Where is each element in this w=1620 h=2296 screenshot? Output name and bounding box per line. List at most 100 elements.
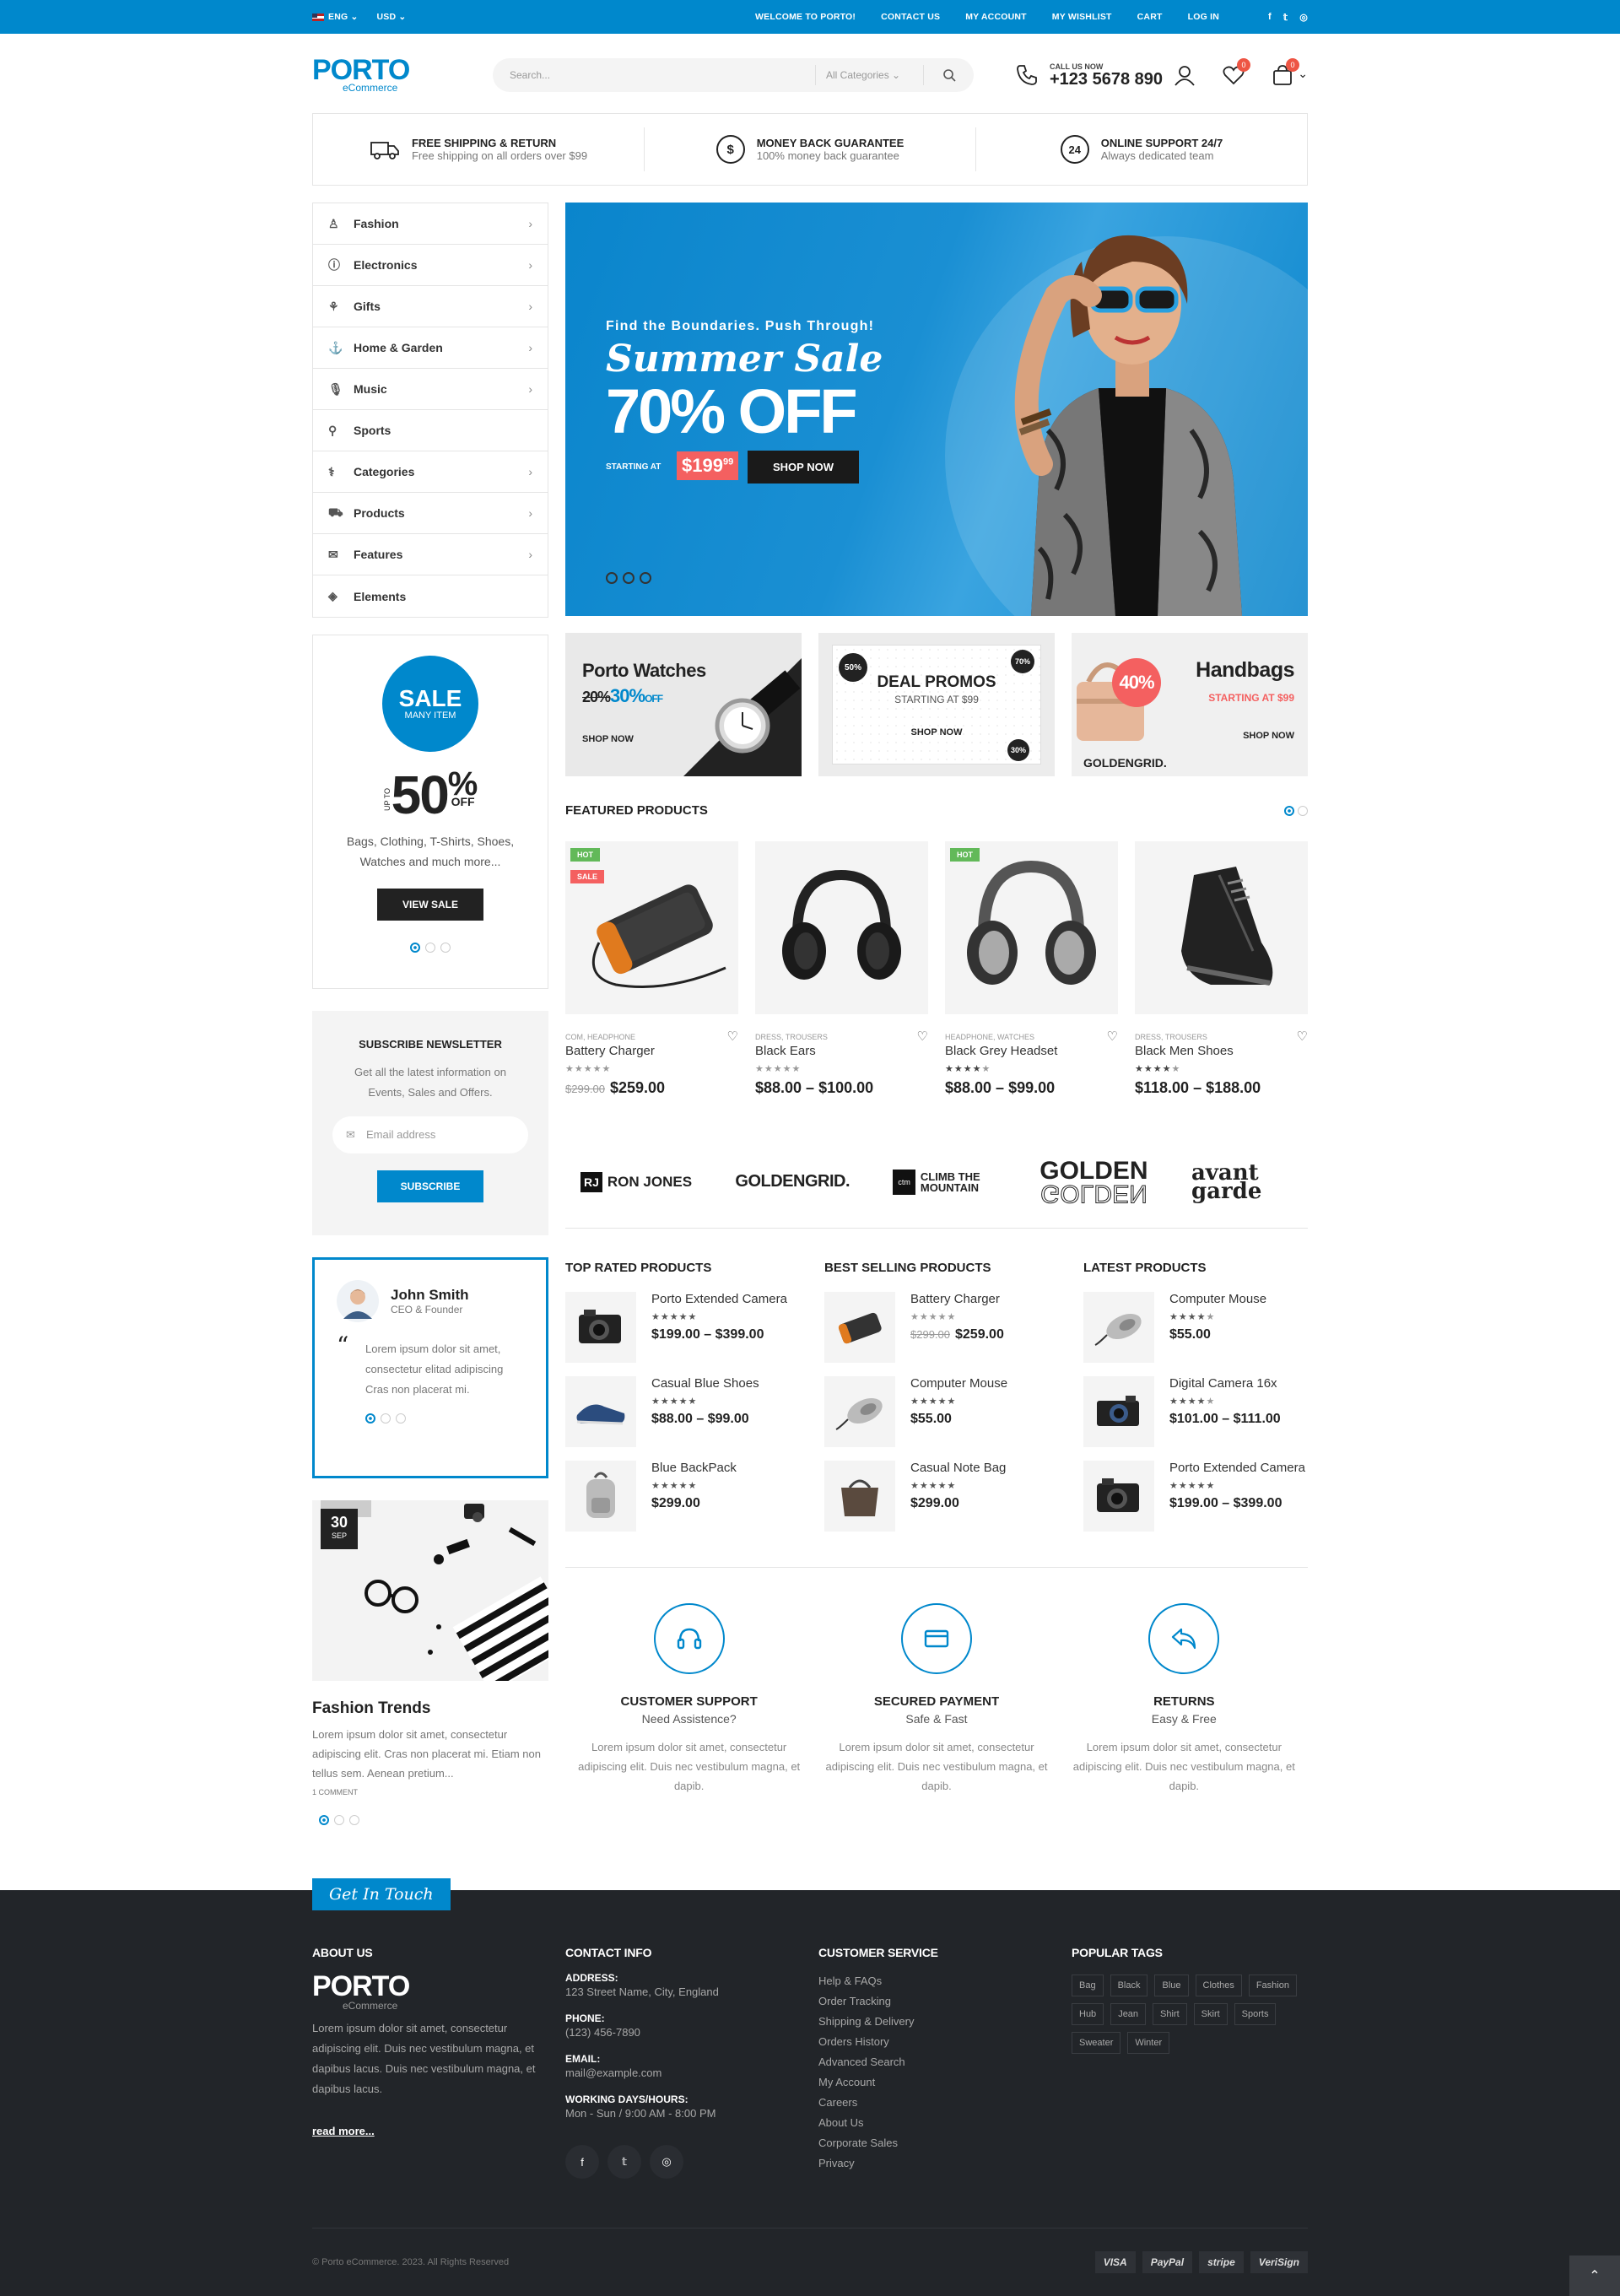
product-card[interactable]: ♡ DRESS, TROUSERS Black Men Shoes ★★★★★ … bbox=[1135, 841, 1308, 1097]
footer-link[interactable]: Privacy bbox=[818, 2153, 1055, 2174]
product-thumb[interactable] bbox=[824, 1376, 895, 1447]
brand-logo-climb-the-mountain[interactable]: ctm CLIMB THE MOUNTAIN bbox=[893, 1169, 996, 1195]
footer-phone[interactable]: (123) 456-7890 bbox=[565, 2026, 640, 2039]
post-title[interactable]: Fashion Trends bbox=[312, 1699, 548, 1718]
language-selector[interactable]: ENG ⌄ bbox=[312, 12, 358, 22]
tag-link[interactable]: Winter bbox=[1127, 2032, 1170, 2054]
slider-dot[interactable] bbox=[606, 572, 618, 584]
product-image[interactable] bbox=[1135, 841, 1308, 1014]
wishlist-heart-icon[interactable]: ♡ bbox=[917, 1029, 928, 1044]
watches-shop-now[interactable]: SHOP NOW bbox=[582, 734, 634, 744]
my-wishlist-link[interactable]: MY WISHLIST bbox=[1052, 12, 1112, 22]
list-item[interactable]: Porto Extended Camera ★★★★★ $199.00 – $399… bbox=[565, 1292, 789, 1363]
footer-link[interactable]: About Us bbox=[818, 2113, 1055, 2133]
carousel-dot[interactable] bbox=[410, 943, 420, 953]
account-button[interactable] bbox=[1173, 63, 1196, 87]
email-field[interactable]: ✉ Email address bbox=[332, 1116, 528, 1153]
wishlist-heart-icon[interactable]: ♡ bbox=[1107, 1029, 1118, 1044]
search-button[interactable] bbox=[923, 65, 974, 85]
tag-link[interactable]: Black bbox=[1110, 1975, 1148, 1996]
list-item[interactable]: Digital Camera 16x ★★★★★ $101.00 – $111.00 bbox=[1083, 1376, 1307, 1447]
list-item[interactable]: Porto Extended Camera ★★★★★ $199.00 – $399… bbox=[1083, 1461, 1307, 1532]
tag-link[interactable]: Sports bbox=[1234, 2003, 1277, 2025]
product-thumb[interactable] bbox=[824, 1292, 895, 1363]
get-in-touch-tab[interactable]: Get In Touch bbox=[312, 1878, 451, 1910]
comments-link[interactable]: 1 COMMENT bbox=[312, 1788, 548, 1796]
footer-link[interactable]: Orders History bbox=[818, 2032, 1055, 2052]
brand-logo-golden[interactable]: GOLDEN GOLDEN bbox=[1040, 1158, 1148, 1207]
log-in-link[interactable]: LOG IN bbox=[1188, 12, 1219, 22]
tag-link[interactable]: Shirt bbox=[1153, 2003, 1187, 2025]
footer-link[interactable]: Corporate Sales bbox=[818, 2133, 1055, 2153]
brand-logo-avant-garde[interactable]: avant garde bbox=[1191, 1162, 1293, 1202]
carousel-dot[interactable] bbox=[1298, 805, 1308, 816]
banner-handbags[interactable]: 40% Handbags STARTING AT $99 SHOP NOW GO… bbox=[1072, 633, 1308, 776]
category-item-fashion[interactable]: ♙ Fashion › bbox=[313, 203, 548, 245]
product-thumb[interactable] bbox=[565, 1376, 636, 1447]
product-thumb[interactable] bbox=[565, 1292, 636, 1363]
wishlist-heart-icon[interactable]: ♡ bbox=[1297, 1029, 1308, 1044]
product-card[interactable]: HOT ♡ HEADPHONE, WATCHES Black Grey Head… bbox=[945, 841, 1118, 1097]
instagram-icon[interactable]: ◎ bbox=[1299, 12, 1308, 23]
footer-logo[interactable]: PORTO bbox=[312, 1972, 548, 2001]
list-item[interactable]: Casual Blue Shoes ★★★★★ $88.00 – $99.00 bbox=[565, 1376, 789, 1447]
my-account-link[interactable]: MY ACCOUNT bbox=[965, 12, 1027, 22]
list-item[interactable]: Blue BackPack ★★★★★ $299.00 bbox=[565, 1461, 789, 1532]
carousel-dot[interactable] bbox=[365, 1413, 375, 1424]
list-item[interactable]: Computer Mouse ★★★★★ $55.00 bbox=[1083, 1292, 1307, 1363]
category-item-gifts[interactable]: ⚘ Gifts › bbox=[313, 286, 548, 327]
tag-link[interactable]: Jean bbox=[1110, 2003, 1147, 2025]
cart-link[interactable]: CART bbox=[1137, 12, 1163, 22]
tag-link[interactable]: Blue bbox=[1154, 1975, 1189, 1996]
footer-link[interactable]: My Account bbox=[818, 2072, 1055, 2093]
carousel-dot[interactable] bbox=[349, 1815, 359, 1825]
product-card[interactable]: HOT SALE ♡ COM, HEADPHONE Battery Charge… bbox=[565, 841, 738, 1097]
read-more-link[interactable]: read more... bbox=[312, 2121, 548, 2142]
product-thumb[interactable] bbox=[565, 1461, 636, 1532]
product-card[interactable]: ♡ DRESS, TROUSERS Black Ears ★★★★★ $88.0… bbox=[755, 841, 928, 1097]
footer-link[interactable]: Help & FAQs bbox=[818, 1971, 1055, 1991]
banner-watches[interactable]: Porto Watches 20%30%OFF SHOP NOW bbox=[565, 633, 802, 776]
scroll-to-top-button[interactable]: ⌃ bbox=[1569, 2255, 1620, 2296]
product-image[interactable]: HOT SALE bbox=[565, 841, 738, 1014]
carousel-dot[interactable] bbox=[425, 943, 435, 953]
product-thumb[interactable] bbox=[824, 1461, 895, 1532]
list-item[interactable]: Computer Mouse ★★★★★ $55.00 bbox=[824, 1376, 1048, 1447]
brand-logo-ron-jones[interactable]: RJ RON JONES bbox=[580, 1171, 692, 1192]
list-item[interactable]: Casual Note Bag ★★★★★ $299.00 bbox=[824, 1461, 1048, 1532]
carousel-dot[interactable] bbox=[396, 1413, 406, 1424]
carousel-dot[interactable] bbox=[319, 1815, 329, 1825]
tag-link[interactable]: Fashion bbox=[1248, 1975, 1297, 1996]
category-item-products[interactable]: ⛟ Products › bbox=[313, 493, 548, 534]
carousel-dot[interactable] bbox=[1284, 805, 1294, 816]
facebook-icon[interactable]: f bbox=[1268, 12, 1272, 23]
site-logo[interactable]: PORTO eCommerce bbox=[312, 56, 484, 94]
brand-logo-goldengrid[interactable]: GOLDENGRID. bbox=[735, 1172, 850, 1191]
slider-dot[interactable] bbox=[640, 572, 651, 584]
category-item-home-garden[interactable]: ⚓ Home & Garden › bbox=[313, 327, 548, 369]
wishlist-heart-icon[interactable]: ♡ bbox=[727, 1029, 738, 1044]
banner-deal-promos[interactable]: 50% 70% 30% DEAL PROMOS STARTING AT $99 … bbox=[818, 633, 1055, 776]
product-thumb[interactable] bbox=[1083, 1461, 1154, 1532]
tag-link[interactable]: Clothes bbox=[1195, 1975, 1242, 1996]
shop-now-button[interactable]: SHOP NOW bbox=[748, 451, 859, 484]
category-item-electronics[interactable]: ⓘ Electronics › bbox=[313, 245, 548, 286]
footer-email[interactable]: mail@example.com bbox=[565, 2066, 662, 2079]
tag-link[interactable]: Bag bbox=[1072, 1975, 1104, 1996]
category-item-categories[interactable]: ⚕ Categories › bbox=[313, 451, 548, 493]
product-image[interactable]: HOT bbox=[945, 841, 1118, 1014]
category-item-elements[interactable]: ◈ Elements bbox=[313, 575, 548, 617]
tag-link[interactable]: Sweater bbox=[1072, 2032, 1121, 2054]
category-item-features[interactable]: ✉ Features › bbox=[313, 534, 548, 575]
list-item[interactable]: Battery Charger ★★★★★ $299.00 $259.00 bbox=[824, 1292, 1048, 1363]
handbags-shop-now[interactable]: SHOP NOW bbox=[1243, 731, 1294, 741]
twitter-icon[interactable]: 𝕥 bbox=[608, 2145, 641, 2179]
product-thumb[interactable] bbox=[1083, 1292, 1154, 1363]
carousel-dot[interactable] bbox=[381, 1413, 391, 1424]
currency-selector[interactable]: USD ⌄ bbox=[376, 12, 406, 22]
blog-image[interactable]: 30 SEP bbox=[312, 1500, 548, 1681]
cart-button[interactable]: 0 ⌄ bbox=[1271, 58, 1308, 87]
footer-link[interactable]: Careers bbox=[818, 2093, 1055, 2113]
footer-link[interactable]: Advanced Search bbox=[818, 2052, 1055, 2072]
footer-link[interactable]: Order Tracking bbox=[818, 1991, 1055, 2012]
